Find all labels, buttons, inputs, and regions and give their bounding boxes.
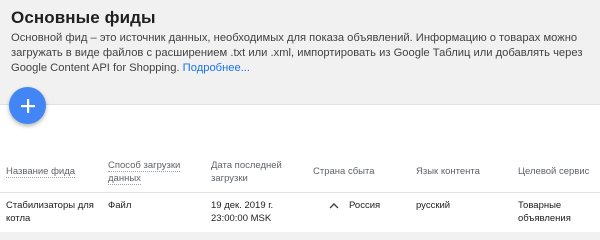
feed-name-link[interactable]: Стабилизаторы для котла: [6, 200, 101, 225]
feeds-table-card: Название фида Способ загрузки данных Дат…: [0, 104, 600, 232]
add-feed-button[interactable]: [9, 87, 46, 124]
column-header-name[interactable]: Название фида: [6, 166, 101, 179]
description: Основной фид – это источник данных, необ…: [11, 31, 591, 76]
cell-country-text: Россия: [349, 200, 381, 211]
column-header-language[interactable]: Язык контента: [416, 166, 511, 179]
column-header-last-upload[interactable]: Дата последней загрузки: [211, 160, 306, 185]
header: Основные фиды Основной фид – это источни…: [0, 0, 600, 104]
column-header-method[interactable]: Способ загрузки данных: [108, 160, 203, 185]
cell-method: Файл: [108, 200, 132, 211]
column-header-country[interactable]: Страна сбыта: [313, 166, 408, 179]
cell-service: Товарные объявления: [518, 200, 571, 224]
cell-last-upload: 19 дек. 2019 г. 23:00:00 MSK: [211, 200, 274, 224]
table-row: Стабилизаторы для котла Файл 19 дек. 201…: [0, 194, 600, 232]
cell-country: Россия: [313, 200, 413, 213]
learn-more-link[interactable]: Подробнее...: [183, 62, 250, 74]
chevron-up-icon[interactable]: [329, 201, 339, 211]
column-header-service[interactable]: Целевой сервис: [518, 166, 598, 179]
page-title: Основные фиды: [11, 8, 156, 27]
description-text: Основной фид – это источник данных, необ…: [11, 32, 583, 74]
cell-language: русский: [416, 200, 451, 211]
bottom-divider: [0, 232, 600, 236]
plus-icon: [20, 98, 35, 113]
table-header: Название фида Способ загрузки данных Дат…: [0, 155, 600, 193]
